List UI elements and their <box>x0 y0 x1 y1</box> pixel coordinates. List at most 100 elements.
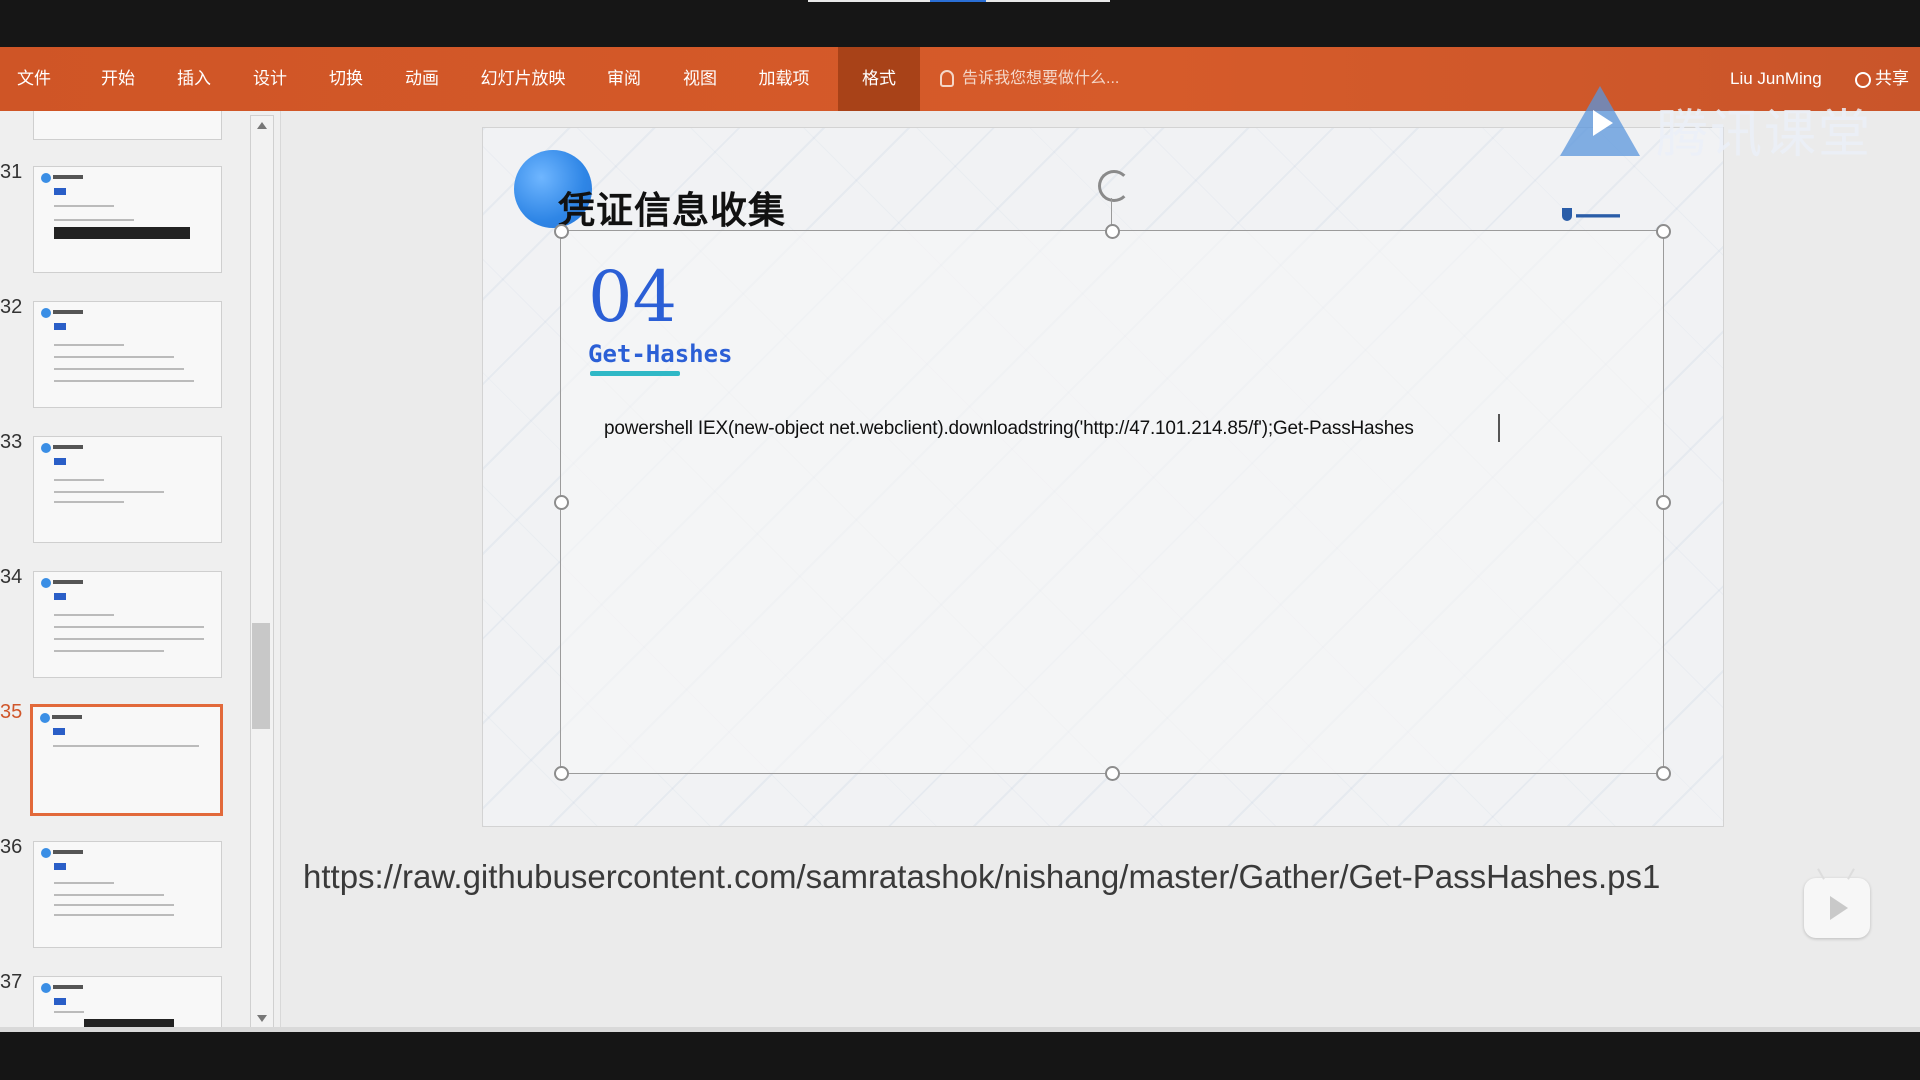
thumb-line <box>54 626 204 628</box>
thumbnail-slide-36[interactable] <box>33 841 222 948</box>
thumb-title <box>53 580 83 584</box>
thumb-line <box>54 894 164 896</box>
thumb-number <box>54 188 66 195</box>
resize-handle-top[interactable] <box>1105 224 1120 239</box>
thumb-line <box>53 745 199 747</box>
section-number: 04 <box>588 256 678 338</box>
scrollbar-thumb[interactable] <box>252 623 270 729</box>
thumb-line <box>54 501 124 503</box>
thumb-line <box>54 638 204 640</box>
command-text[interactable]: powershell IEX(new-object net.webclient)… <box>604 418 1414 440</box>
thumb-number <box>53 728 65 735</box>
tab-insert[interactable]: 插入 <box>166 47 222 111</box>
thumb-line <box>54 368 184 370</box>
thumb-line <box>54 614 114 616</box>
rotate-handle-icon[interactable] <box>1098 170 1130 202</box>
thumb-line <box>54 904 174 906</box>
thumb-dot <box>41 443 51 453</box>
play-icon <box>1593 110 1613 136</box>
thumbnail-slide-31[interactable] <box>33 166 222 273</box>
slide-number-current: 35 <box>0 701 23 723</box>
lightbulb-icon <box>940 70 954 88</box>
share-label: 共享 <box>1875 69 1909 88</box>
thumb-number <box>54 323 66 330</box>
slide-number: 34 <box>0 566 23 588</box>
resize-handle-left[interactable] <box>554 495 569 510</box>
thumb-number <box>54 998 66 1005</box>
resize-handle-top-left[interactable] <box>554 224 569 239</box>
tab-view[interactable]: 视图 <box>672 47 728 111</box>
thumb-code-block <box>54 227 190 239</box>
thumbnail-slide-34[interactable] <box>33 571 222 678</box>
thumb-number <box>54 458 66 465</box>
subtitle-underline <box>590 371 680 376</box>
thumb-line <box>54 650 164 652</box>
thumb-title <box>52 715 82 719</box>
person-icon <box>1855 71 1871 88</box>
resize-handle-top-right[interactable] <box>1656 224 1671 239</box>
scroll-up-arrow-icon[interactable] <box>257 122 267 129</box>
selected-text-box[interactable] <box>560 230 1664 774</box>
watermark-text: 腾讯课堂 <box>1656 105 1873 165</box>
tab-addins[interactable]: 加载项 <box>748 47 820 111</box>
thumb-dot <box>41 173 51 183</box>
window-bottom-bar <box>0 1032 1920 1080</box>
scroll-down-arrow-icon[interactable] <box>257 1015 267 1022</box>
thumb-dot <box>40 713 50 723</box>
thumb-number <box>54 863 66 870</box>
tab-transitions[interactable]: 切换 <box>318 47 374 111</box>
tell-me-search[interactable]: 告诉我您想要做什么... <box>940 47 1119 111</box>
resize-handle-bottom-right[interactable] <box>1656 766 1671 781</box>
thumbnail-slide-35-selected[interactable] <box>30 704 223 816</box>
shield-icon <box>1562 208 1572 221</box>
thumb-line <box>54 1011 84 1013</box>
thumbnail-scrollbar[interactable] <box>250 115 274 1029</box>
slide-thumbnail-panel: 31 32 33 34 35 36 37 <box>0 111 281 1032</box>
tab-slideshow[interactable]: 幻灯片放映 <box>470 47 576 111</box>
tab-home[interactable]: 开始 <box>90 47 146 111</box>
thumb-line <box>54 914 174 916</box>
thumb-code-block <box>84 1019 174 1027</box>
thumbnail-slide-37[interactable] <box>33 976 222 1028</box>
thumbnail-slide-30-partial[interactable] <box>33 111 222 140</box>
play-icon <box>1830 896 1848 920</box>
slide-number: 36 <box>0 836 23 858</box>
thumb-line <box>54 344 124 346</box>
window-top-bar <box>0 0 1920 47</box>
slide-title[interactable]: 凭证信息收集 <box>558 180 786 234</box>
thumb-dot <box>41 848 51 858</box>
thumb-title <box>53 445 83 449</box>
thumb-line <box>54 479 104 481</box>
thumbnail-slide-32[interactable] <box>33 301 222 408</box>
notes-url-text[interactable]: https://raw.githubusercontent.com/samrat… <box>303 858 1660 896</box>
thumb-title <box>53 175 83 179</box>
slide-number: 32 <box>0 296 23 318</box>
thumb-dot <box>41 578 51 588</box>
thumb-line <box>54 491 164 493</box>
thumb-line <box>54 380 194 382</box>
thumb-title <box>53 985 83 989</box>
thumb-line <box>54 356 174 358</box>
resize-handle-bottom[interactable] <box>1105 766 1120 781</box>
thumbnail-slide-33[interactable] <box>33 436 222 543</box>
tab-format[interactable]: 格式 <box>838 47 920 111</box>
section-subtitle: Get-Hashes <box>588 340 733 368</box>
thumb-line <box>54 882 114 884</box>
thumb-dot <box>41 983 51 993</box>
tab-review[interactable]: 审阅 <box>596 47 652 111</box>
resize-handle-right[interactable] <box>1656 495 1671 510</box>
resize-handle-bottom-left[interactable] <box>554 766 569 781</box>
slide-number: 37 <box>0 971 23 993</box>
tab-file[interactable]: 文件 <box>6 47 62 111</box>
slide-number: 33 <box>0 431 23 453</box>
slide-number: 31 <box>0 161 23 183</box>
thumb-title <box>53 310 83 314</box>
thumb-dot <box>41 308 51 318</box>
thumb-line <box>54 205 114 207</box>
thumb-line <box>54 219 134 221</box>
tab-animations[interactable]: 动画 <box>394 47 450 111</box>
tell-me-text: 告诉我您想要做什么... <box>962 70 1120 87</box>
top-highlight-accent <box>930 0 986 2</box>
video-play-button[interactable] <box>1804 868 1870 938</box>
tab-design[interactable]: 设计 <box>242 47 298 111</box>
